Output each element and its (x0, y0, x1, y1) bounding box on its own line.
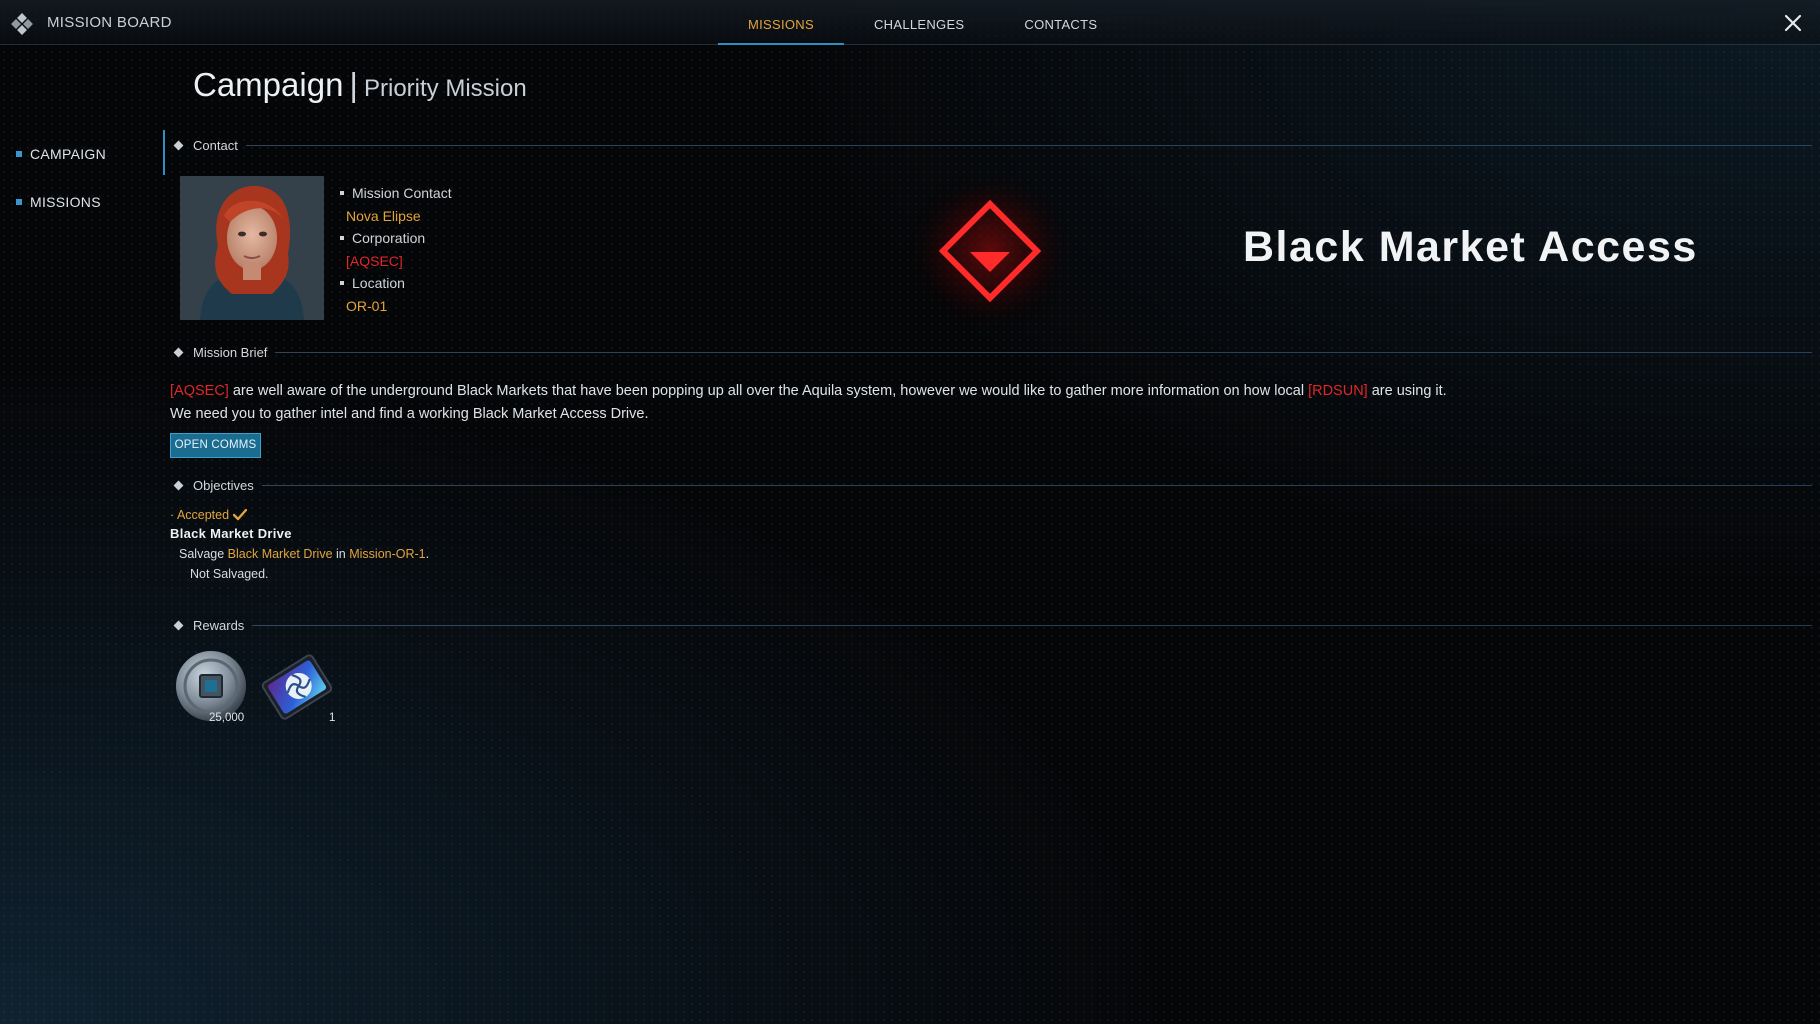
page-title-separator: | (349, 66, 358, 103)
brief-text: are using it. (1367, 383, 1447, 399)
bullet-icon (340, 281, 344, 286)
contact-field: Mission Contact (340, 182, 452, 205)
page-title-main: Campaign (193, 66, 344, 103)
section-divider (245, 144, 1812, 146)
objective-progress: Not Salvaged. (190, 567, 269, 581)
bullet-icon (16, 199, 22, 205)
bullet-icon (16, 151, 22, 157)
contact-info: Mission Contact Nova Elipse Corporation … (340, 182, 452, 317)
objective-task-text: . (425, 547, 430, 561)
tab-missions[interactable]: MISSIONS (718, 0, 844, 45)
location-label: Location (352, 275, 405, 292)
diamond-icon (173, 140, 184, 150)
contact-portrait (180, 176, 324, 320)
mission-contact-value: Nova Elipse (346, 207, 421, 224)
diamond-cluster-icon (11, 13, 33, 35)
bullet-icon (340, 236, 344, 241)
reward-count: 1 (329, 712, 336, 724)
sidebar-item-campaign[interactable]: CAMPAIGN (16, 142, 106, 166)
sidebar-item-label: CAMPAIGN (30, 146, 107, 162)
corp-tag: [AQSEC] (170, 383, 229, 399)
section-divider (252, 624, 1812, 626)
mission-brief-text: [AQSEC] are well aware of the undergroun… (170, 380, 1630, 425)
diamond-icon (173, 347, 184, 357)
section-header-contact: Contact (172, 136, 1812, 154)
blueprint-card-icon[interactable] (258, 648, 336, 726)
brief-line: We need you to gather intel and find a w… (170, 405, 649, 422)
diamond-icon (173, 480, 184, 490)
objective-title: Black Market Drive (170, 526, 292, 541)
section-divider (275, 351, 1812, 353)
portrait-image (180, 176, 324, 320)
tab-challenges[interactable]: CHALLENGES (844, 0, 994, 45)
checkmark-icon (233, 509, 248, 521)
page-subtitle: Priority Mission (364, 75, 527, 102)
top-bar: MISSION BOARD MISSIONS CHALLENGES CONTAC… (0, 0, 1820, 45)
page-title: Campaign | Priority Mission (193, 66, 527, 104)
section-divider (261, 484, 1812, 486)
objective-status: · Accepted (170, 508, 248, 522)
section-label: Objectives (193, 477, 254, 493)
section-label: Mission Brief (193, 344, 268, 360)
corporation-value: [AQSEC] (346, 252, 403, 269)
sidebar-item-label: MISSIONS (30, 194, 101, 210)
sidebar-item-missions[interactable]: MISSIONS (16, 190, 106, 214)
objective-task-text: Salvage (179, 547, 228, 561)
main-tabs: MISSIONS CHALLENGES CONTACTS (718, 0, 1127, 45)
section-header-mission-brief: Mission Brief (172, 343, 1812, 361)
mission-contact-label: Mission Contact (352, 185, 452, 202)
sidebar: CAMPAIGN MISSIONS (16, 142, 106, 238)
section-header-rewards: Rewards (172, 616, 1812, 634)
location-value: OR-01 (346, 297, 388, 314)
objective-item: Black Market Drive (227, 547, 333, 561)
contact-field: Corporation (340, 227, 452, 250)
contact-field: Location (340, 272, 452, 295)
objective-place: Mission-OR-1 (349, 547, 426, 561)
close-icon[interactable] (1784, 14, 1802, 32)
brief-text: are well aware of the underground Black … (228, 383, 1309, 399)
open-comms-button[interactable]: OPEN COMMS (170, 433, 261, 458)
brief-line: [AQSEC] are well aware of the undergroun… (170, 380, 1630, 403)
objective-task-text: in (332, 547, 350, 561)
section-header-objectives: Objectives (172, 476, 1812, 494)
bullet-icon (340, 191, 344, 196)
app-title: MISSION BOARD (47, 14, 172, 31)
reward-count: 25,000 (209, 712, 245, 724)
corporation-label: Corporation (352, 230, 426, 247)
tab-contacts[interactable]: CONTACTS (994, 0, 1127, 45)
objective-task: Salvage Black Market Drive in Mission-OR… (179, 547, 429, 561)
objective-status-label: · Accepted (170, 508, 230, 522)
corp-tag: [RDSUN] (1308, 383, 1368, 399)
diamond-icon (173, 620, 184, 630)
section-label: Rewards (193, 617, 245, 633)
red-diamond-emblem-icon (905, 168, 1075, 333)
sidebar-selection-indicator (163, 130, 165, 175)
mission-name: Black Market Access (1243, 223, 1698, 271)
section-label: Contact (193, 137, 238, 153)
